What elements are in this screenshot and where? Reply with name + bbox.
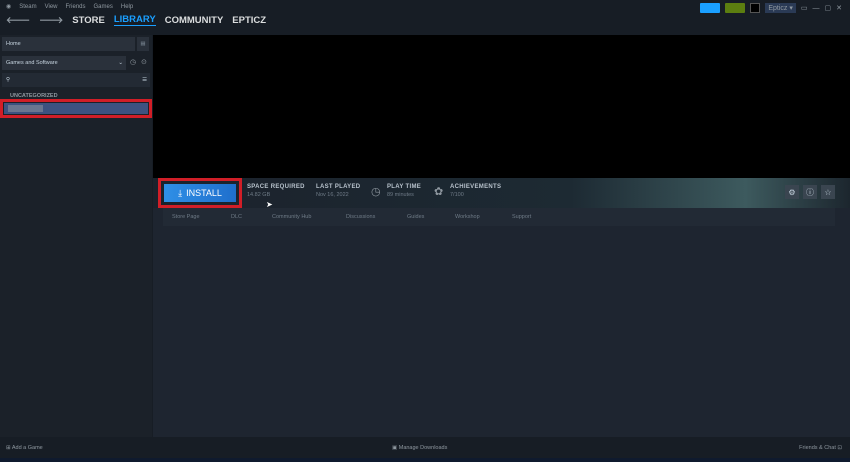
stat-space: SPACE REQUIRED 14.82 GB (247, 184, 305, 198)
menu-friends[interactable]: Friends (66, 4, 86, 10)
download-icon: ⤓ (178, 187, 183, 198)
broadcast-button[interactable] (700, 3, 721, 13)
menu-view[interactable]: View (45, 4, 58, 10)
tab-support[interactable]: Support (512, 214, 531, 220)
highlight-box (0, 99, 152, 118)
chat-icon: ⊡ (837, 445, 842, 451)
stat-value: 7/100 (450, 192, 464, 198)
friends-chat-button[interactable]: Friends & Chat ⊡ (799, 445, 842, 451)
search-input[interactable]: ⚲ ☰ (2, 73, 150, 87)
add-game-label: Add a Game (11, 445, 43, 451)
close-icon[interactable]: ✕ (836, 4, 842, 12)
nav-profile[interactable]: EPTICZ (232, 15, 266, 26)
manage-downloads-button[interactable]: ▣ Manage Downloads (392, 445, 447, 451)
stat-value: 89 minutes (387, 192, 414, 198)
title-bar-controls: Epticz ▾ ▭ — ▢ ✕ (700, 3, 842, 13)
home-button[interactable]: Home (2, 37, 135, 51)
taskbar-strip (0, 458, 850, 462)
home-label: Home (6, 41, 21, 47)
account-menu[interactable]: Epticz ▾ (765, 3, 796, 13)
info-icon[interactable]: ⓘ (803, 185, 817, 199)
filter-label: Games and Software (6, 60, 58, 66)
notifications-button[interactable] (725, 3, 746, 13)
stat-label: LAST PLAYED (316, 184, 361, 190)
tab-dlc[interactable]: DLC (231, 214, 242, 220)
stat-label: PLAY TIME (387, 184, 422, 190)
stat-achievements[interactable]: ACHIEVEMENTS 7/100 (450, 184, 501, 198)
avatar[interactable] (750, 3, 761, 13)
menu-bar: ◉ Steam View Friends Games Help (6, 3, 133, 11)
filter-icon[interactable]: ☰ (142, 77, 147, 83)
search-icon: ⚲ (6, 77, 11, 83)
stat-label: SPACE REQUIRED (247, 184, 305, 190)
install-button[interactable]: ⤓ INSTALL (164, 184, 236, 202)
hero-image (153, 35, 850, 178)
tab-workshop[interactable]: Workshop (455, 214, 480, 220)
tab-community-hub[interactable]: Community Hub (272, 214, 311, 220)
account-name: Epticz (768, 5, 788, 12)
big-picture-icon[interactable]: ▭ (801, 4, 808, 12)
filter-dropdown[interactable]: Games and Software ⌄ (2, 56, 126, 70)
blurred-game-name (8, 105, 43, 112)
tab-guides[interactable]: Guides (407, 214, 424, 220)
back-arrow-icon[interactable]: 🡐 (6, 15, 30, 26)
settings-gear-icon[interactable]: ⚙ (785, 185, 799, 199)
forward-arrow-icon[interactable]: 🡒 (39, 15, 63, 26)
grid-view-icon[interactable]: ▦ (137, 37, 149, 51)
play-filter-icon[interactable]: ⊙ (141, 58, 147, 66)
stat-label: ACHIEVEMENTS (450, 184, 502, 190)
friends-chat-label: Friends & Chat (799, 445, 836, 451)
stat-last-played: LAST PLAYED Nov 16, 2022 (316, 184, 360, 198)
stat-value: 14.82 GB (247, 192, 271, 198)
install-label: INSTALL (186, 188, 222, 198)
plus-icon: ⊞ (6, 445, 11, 451)
game-tabs: Store Page DLC Community Hub Discussions… (163, 208, 835, 226)
achievements-icon: ✿ (434, 186, 444, 198)
add-game-button[interactable]: ⊞ Add a Game (6, 445, 43, 451)
minimize-icon[interactable]: — (813, 5, 820, 12)
tab-store-page[interactable]: Store Page (172, 214, 200, 220)
menu-steam[interactable]: Steam (19, 4, 36, 10)
nav-store[interactable]: STORE (72, 15, 105, 26)
selected-game-item[interactable] (4, 103, 148, 114)
download-icon: ▣ (392, 445, 398, 451)
library-sidebar: Home ▦ Games and Software ⌄ ◷ ⊙ ⚲ ☰ UNCATE… (0, 35, 152, 437)
chevron-down-icon: ⌄ (118, 60, 123, 66)
nav-library[interactable]: LIBRARY (113, 14, 156, 26)
menu-games[interactable]: Games (94, 4, 113, 10)
main-nav: 🡐 🡒 STORE LIBRARY COMMUNITY EPTICZ (6, 14, 266, 26)
manage-downloads-label: Manage Downloads (398, 445, 448, 451)
tab-discussions[interactable]: Discussions (346, 214, 375, 220)
recent-icon[interactable]: ◷ (130, 58, 136, 66)
clock-icon: ◷ (371, 186, 381, 198)
footer-bar: ⊞ Add a Game ▣ Manage Downloads Friends … (0, 440, 850, 458)
game-action-bar: ⤓ INSTALL SPACE REQUIRED 14.82 GB LAST PLA… (153, 178, 850, 209)
menu-help[interactable]: Help (121, 4, 133, 10)
nav-community[interactable]: COMMUNITY (165, 15, 224, 26)
favorite-star-icon[interactable]: ☆ (821, 185, 835, 199)
highlight-box: ⤓ INSTALL (158, 178, 242, 208)
steam-logo-icon: ◉ (6, 4, 12, 10)
stat-play-time: PLAY TIME 89 minutes (387, 184, 421, 198)
maximize-icon[interactable]: ▢ (825, 4, 832, 12)
game-page: ⤓ INSTALL SPACE REQUIRED 14.82 GB LAST PLA… (153, 35, 850, 437)
stat-value: Nov 16, 2022 (316, 192, 349, 198)
